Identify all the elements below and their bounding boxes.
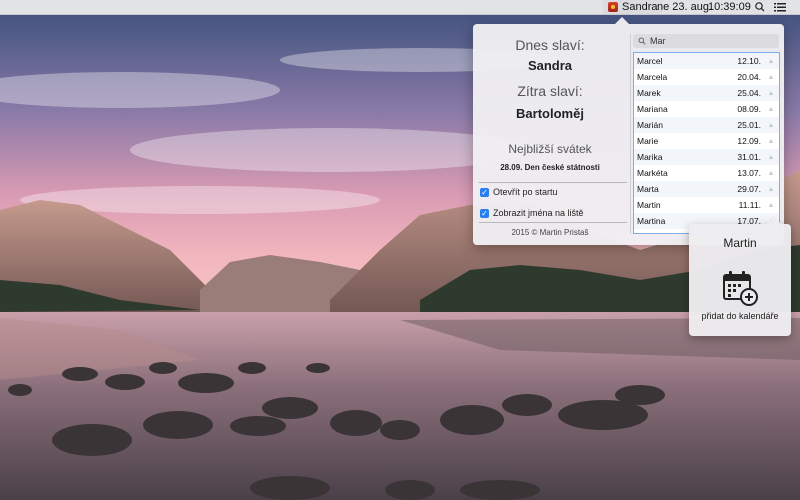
reminder-icon[interactable]: ▲	[765, 138, 777, 145]
search-icon	[638, 37, 646, 45]
row-date: 20.04.	[737, 72, 761, 82]
reminder-icon[interactable]: ▲	[765, 122, 777, 129]
menubar-app-name: Sandra	[622, 1, 658, 13]
reminder-icon[interactable]: ▲	[765, 90, 777, 97]
reminder-icon[interactable]: ▲	[765, 154, 777, 161]
row-name: Marek	[637, 88, 661, 98]
name-list-row[interactable]: Marta 29.07. ▲	[634, 181, 779, 197]
menubar-app-item[interactable]: Sandra	[603, 0, 663, 14]
pane-divider	[630, 34, 631, 234]
names-list[interactable]: Marcel 12.10. ▲ Marcela 20.04. ▲ Marek 25.04. ▲ M…	[633, 52, 780, 234]
menubar-clock[interactable]: 10:39:09	[708, 1, 751, 13]
nameday-popover: Dnes slaví: Sandra Zítra slaví: Bartolom…	[473, 17, 784, 245]
reminder-icon[interactable]: ▲	[765, 106, 777, 113]
option-open-at-start[interactable]: ✓ Otevřít po startu	[480, 187, 558, 197]
search-input[interactable]	[650, 36, 770, 46]
option-show-names-in-bar[interactable]: ✓ Zobrazit jména na liště	[480, 208, 584, 218]
name-detail-popover: Martin přidat do kalendáře	[689, 217, 791, 336]
search-icon[interactable]	[754, 0, 766, 14]
row-date: 29.07.	[737, 184, 761, 194]
name-list-row[interactable]: Marcel 12.10. ▲	[634, 53, 779, 69]
divider	[479, 182, 627, 183]
list-icon[interactable]	[774, 2, 786, 12]
name-list-row[interactable]: Marcela 20.04. ▲	[634, 69, 779, 85]
calendar-add-icon[interactable]	[721, 269, 759, 307]
divider	[479, 222, 627, 223]
add-to-calendar-button[interactable]: přidat do kalendáře	[689, 311, 791, 321]
search-field[interactable]	[633, 34, 779, 48]
menubar-date[interactable]: ne 23. aug.	[657, 1, 712, 13]
row-date: 12.10.	[737, 56, 761, 66]
today-name: Sandra	[527, 58, 573, 73]
copyright: 2015 © Martin Pristaš	[511, 228, 589, 237]
row-date: 31.01.	[737, 152, 761, 162]
row-date: 11.11.	[738, 200, 761, 210]
name-list-row[interactable]: Markéta 13.07. ▲	[634, 165, 779, 181]
option-label: Otevřít po startu	[493, 187, 558, 197]
detail-name: Martin	[723, 236, 757, 250]
row-name: Markéta	[637, 168, 668, 178]
row-date: 25.04.	[737, 88, 761, 98]
tomorrow-label: Zítra slaví:	[517, 83, 583, 99]
name-list-row[interactable]: Marika 31.01. ▲	[634, 149, 779, 165]
row-name: Marika	[637, 152, 663, 162]
name-list-row[interactable]: Marie 12.09. ▲	[634, 133, 779, 149]
calendar-app-icon	[608, 2, 618, 12]
today-label: Dnes slaví:	[515, 37, 585, 53]
row-name: Marta	[637, 184, 659, 194]
name-list-row[interactable]: Marián 25.01. ▲	[634, 117, 779, 133]
row-name: Mariana	[637, 104, 668, 114]
holiday-date: 28.09. Den české státnosti	[500, 163, 600, 172]
row-name: Marcel	[637, 56, 663, 66]
row-date: 12.09.	[737, 136, 761, 146]
row-date: 08.09.	[737, 104, 761, 114]
name-list-row[interactable]: Marek 25.04. ▲	[634, 85, 779, 101]
row-name: Marie	[637, 136, 659, 146]
reminder-icon[interactable]: ▲	[765, 202, 777, 209]
row-date: 13.07.	[737, 168, 761, 178]
option-label: Zobrazit jména na liště	[493, 208, 584, 218]
reminder-icon[interactable]: ▲	[765, 58, 777, 65]
checkbox-open-at-start[interactable]: ✓	[480, 187, 489, 197]
row-name: Martin	[637, 200, 661, 210]
row-name: Marcela	[637, 72, 668, 82]
holiday-label: Nejbližší svátek	[508, 142, 592, 156]
name-list-row[interactable]: Mariana 08.09. ▲	[634, 101, 779, 117]
reminder-icon[interactable]: ▲	[765, 170, 777, 177]
reminder-icon[interactable]: ▲	[765, 186, 777, 193]
reminder-icon[interactable]: ▲	[765, 74, 777, 81]
tomorrow-name: Bartoloměj	[516, 106, 584, 121]
row-date: 25.01.	[737, 120, 761, 130]
name-list-row[interactable]: Martin 11.11. ▲	[634, 197, 779, 213]
today-pane: Dnes slaví: Sandra Zítra slaví: Bartolom…	[473, 24, 627, 245]
menu-bar: Sandra ne 23. aug. 10:39:09	[0, 0, 800, 15]
checkbox-show-names-in-bar[interactable]: ✓	[480, 208, 489, 218]
row-name: Marián	[637, 120, 663, 130]
